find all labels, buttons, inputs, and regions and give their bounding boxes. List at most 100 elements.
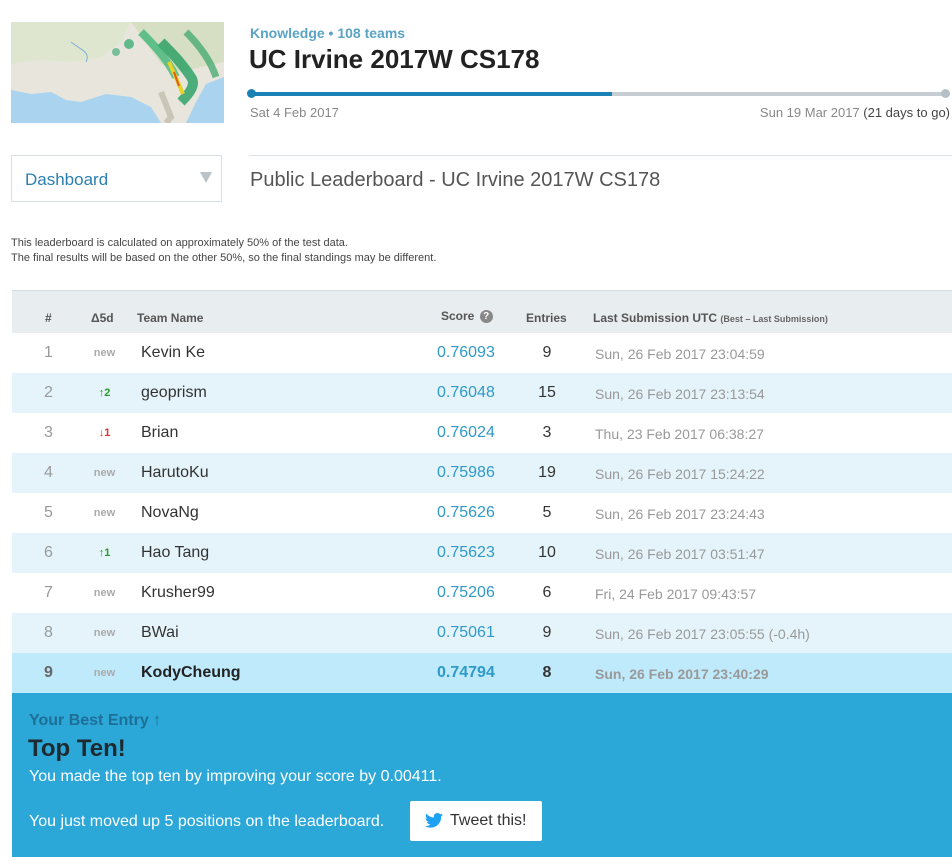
tweet-button-label: Tweet this! <box>450 812 527 829</box>
table-header: # Δ5d Team Name Score ? Entries Last Sub… <box>12 290 952 333</box>
score-cell: 0.75206 <box>437 584 495 601</box>
team-name-link[interactable]: BWai <box>141 624 179 642</box>
team-name-link[interactable]: Brian <box>141 424 178 442</box>
rank-cell: 3 <box>44 424 53 441</box>
entries-cell: 3 <box>542 424 552 441</box>
header-score-wrap: Score ? <box>441 309 493 324</box>
last-submission-cell: Sun, 26 Feb 2017 23:13:54 <box>595 386 765 402</box>
team-name-link[interactable]: Hao Tang <box>141 544 209 562</box>
competition-title[interactable]: UC Irvine 2017W CS178 <box>249 44 539 75</box>
best-entry-message-2: You just moved up 5 positions on the lea… <box>29 813 385 830</box>
entries-cell: 15 <box>538 384 556 401</box>
tweet-button[interactable]: Tweet this! <box>410 801 542 841</box>
score-cell: 0.76024 <box>437 424 495 441</box>
header-score[interactable]: Score <box>441 309 474 323</box>
score-cell: 0.75626 <box>437 504 495 521</box>
score-cell: 0.74794 <box>437 664 495 681</box>
start-date: Sat 4 Feb 2017 <box>250 105 339 120</box>
rank-cell: 5 <box>44 504 53 521</box>
table-row: 7 new Krusher99 0.75206 6 Fri, 24 Feb 2017 09… <box>12 573 952 613</box>
dashboard-dropdown-label: Dashboard <box>25 170 109 189</box>
entries-cell: 6 <box>542 584 552 601</box>
last-submission-cell: Fri, 24 Feb 2017 09:43:57 <box>595 586 757 602</box>
table-row: 3 ↓1 Brian 0.76024 3 Thu, 23 Feb 2017 06:38:2… <box>12 413 952 453</box>
delta-cell: new <box>93 627 116 639</box>
delta-cell: new <box>93 467 116 479</box>
timeline-progress-fill <box>251 92 612 96</box>
table-row-current-user: 9 new KodyCheung 0.74794 8 Sun, 26 Feb 2017 2… <box>12 653 952 693</box>
days-remaining: (21 days to go) <box>863 105 950 120</box>
delta-cell: new <box>93 347 116 359</box>
table-row: 5 new NovaNg 0.75626 5 Sun, 26 Feb 2017 23:24… <box>12 493 952 533</box>
header-last-submission-wrap: Last Submission UTC (Best – Last Submiss… <box>593 311 828 325</box>
notice-line-1: This leaderboard is calculated on approx… <box>11 237 348 249</box>
score-cell: 0.75623 <box>437 544 495 561</box>
header-rank[interactable]: # <box>45 311 52 325</box>
header-last-submission[interactable]: Last Submission UTC <box>593 311 717 325</box>
table-row: 4 new HarutoKu 0.75986 19 Sun, 26 Feb 2017 15… <box>12 453 952 493</box>
entries-cell: 8 <box>542 664 552 681</box>
last-submission-cell: Sun, 26 Feb 2017 23:40:29 <box>595 666 769 682</box>
rank-cell: 8 <box>44 624 53 641</box>
header-entries[interactable]: Entries <box>526 311 567 325</box>
last-submission-cell: Thu, 23 Feb 2017 06:38:27 <box>595 426 764 442</box>
rank-cell: 2 <box>44 384 53 401</box>
score-cell: 0.76048 <box>437 384 495 401</box>
team-name-link[interactable]: geoprism <box>141 384 207 402</box>
end-date: Sun 19 Mar 2017 <box>759 105 860 120</box>
header-team[interactable]: Team Name <box>137 311 203 325</box>
last-submission-cell: Sun, 26 Feb 2017 03:51:47 <box>595 546 765 562</box>
header-delta[interactable]: Δ5d <box>91 311 114 325</box>
rank-cell: 9 <box>44 664 53 681</box>
help-icon[interactable]: ? <box>479 310 493 324</box>
score-cell: 0.75986 <box>437 464 495 481</box>
delta-cell: ↓1 <box>98 427 111 439</box>
table-row: 8 new BWai 0.75061 9 Sun, 26 Feb 2017 23:05:5… <box>12 613 952 653</box>
twitter-bird-icon <box>425 813 443 833</box>
notice-line-2: The final results will be based on the o… <box>11 252 437 264</box>
best-entry-headline: Top Ten! <box>28 735 126 762</box>
entries-cell: 5 <box>542 504 552 521</box>
last-submission-cell: Sun, 26 Feb 2017 23:05:55 (-0.4h) <box>595 626 810 642</box>
table-row: 6 ↑1 Hao Tang 0.75623 10 Sun, 26 Feb 2017 03:… <box>12 533 952 573</box>
leaderboard-notice: This leaderboard is calculated on approx… <box>11 236 436 266</box>
last-submission-cell: Sun, 26 Feb 2017 23:24:43 <box>595 506 765 522</box>
end-date-block: Sun 19 Mar 2017 (21 days to go) <box>760 105 950 120</box>
delta-cell: new <box>93 667 116 679</box>
delta-cell: new <box>93 507 116 519</box>
team-name-link[interactable]: Krusher99 <box>141 584 215 602</box>
rank-cell: 4 <box>44 464 53 481</box>
rank-cell: 7 <box>44 584 53 601</box>
entries-cell: 19 <box>538 464 556 481</box>
last-submission-cell: Sun, 26 Feb 2017 15:24:22 <box>595 466 765 482</box>
rank-cell: 6 <box>44 544 53 561</box>
competition-thumbnail <box>11 22 224 123</box>
delta-cell: ↑1 <box>98 547 111 559</box>
competition-meta: Knowledge • 108 teams <box>250 25 406 41</box>
best-entry-panel: Your Best Entry ↑ Top Ten! You made the … <box>12 693 952 857</box>
delta-cell: new <box>93 587 116 599</box>
table-body: 1 new Kevin Ke 0.76093 9 Sun, 26 Feb 2017 23:… <box>12 333 952 693</box>
entries-cell: 9 <box>542 344 552 361</box>
caret-down-icon <box>200 172 212 183</box>
entries-cell: 10 <box>538 544 556 561</box>
leaderboard-title: Public Leaderboard - UC Irvine 2017W CS1… <box>250 169 661 191</box>
table-row: 1 new Kevin Ke 0.76093 9 Sun, 26 Feb 2017 23:… <box>12 333 952 373</box>
leaderboard-table: # Δ5d Team Name Score ? Entries Last Sub… <box>12 290 952 693</box>
best-entry-label[interactable]: Your Best Entry ↑ <box>29 712 161 730</box>
header-last-submission-note: (Best – Last Submission) <box>720 314 828 324</box>
score-cell: 0.75061 <box>437 624 495 641</box>
team-name-link[interactable]: KodyCheung <box>141 664 241 682</box>
timeline-end-dot <box>941 89 950 98</box>
team-name-link[interactable]: NovaNg <box>141 504 199 522</box>
dashboard-dropdown[interactable]: Dashboard <box>11 155 222 202</box>
rank-cell: 1 <box>44 344 53 361</box>
table-row: 2 ↑2 geoprism 0.76048 15 Sun, 26 Feb 2017 23:… <box>12 373 952 413</box>
entries-cell: 9 <box>542 624 552 641</box>
best-entry-message-1: You made the top ten by improving your s… <box>29 768 442 785</box>
team-name-link[interactable]: HarutoKu <box>141 464 209 482</box>
timeline-progress-bar <box>251 92 945 96</box>
team-name-link[interactable]: Kevin Ke <box>141 344 205 362</box>
last-submission-cell: Sun, 26 Feb 2017 23:04:59 <box>595 346 765 362</box>
divider <box>249 155 952 156</box>
